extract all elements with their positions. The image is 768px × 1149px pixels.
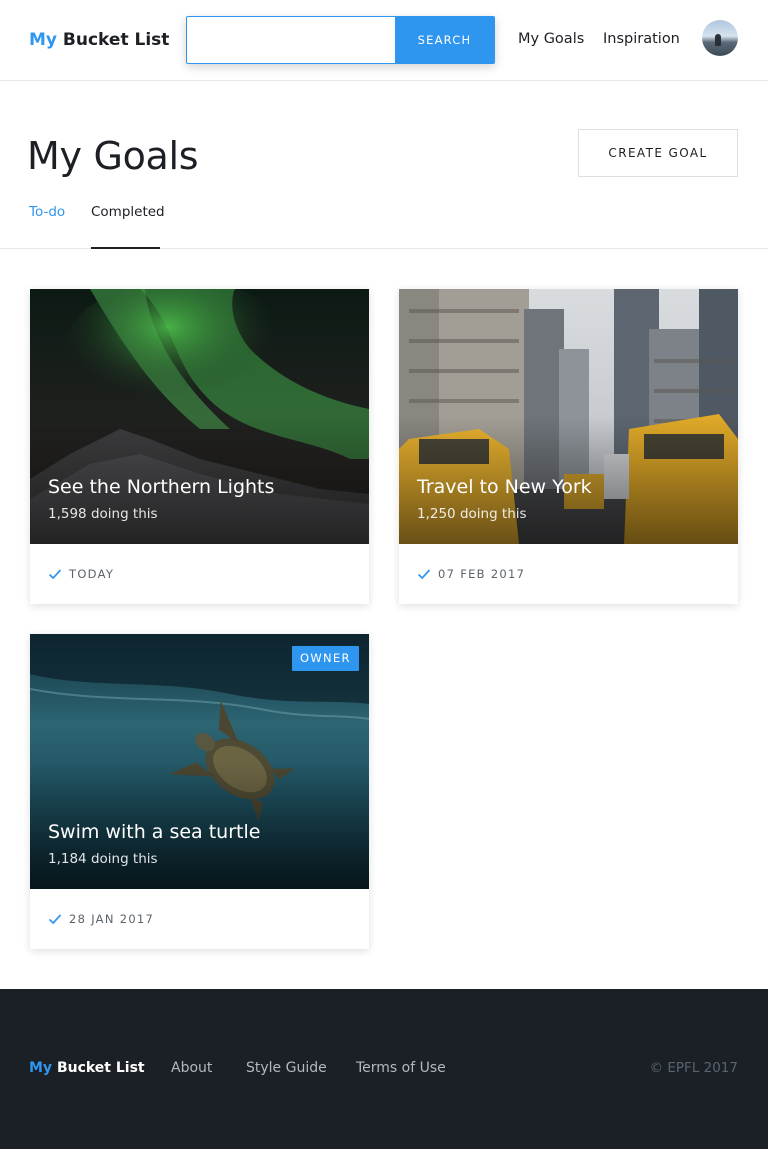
user-avatar-icon[interactable] bbox=[702, 20, 738, 56]
footer-logo-bucket-list: Bucket List bbox=[56, 1060, 145, 1076]
completion-date: TODAY bbox=[69, 567, 115, 581]
completion-date: 28 JAN 2017 bbox=[69, 912, 155, 926]
check-icon bbox=[417, 569, 431, 580]
logo-my: My bbox=[29, 30, 57, 50]
goal-footer: 28 JAN 2017 bbox=[30, 889, 369, 949]
copyright: © EPFL 2017 bbox=[649, 1060, 738, 1076]
footer-logo-my: My bbox=[29, 1060, 53, 1076]
check-icon bbox=[48, 569, 62, 580]
goal-title: Swim with a sea turtle bbox=[48, 821, 261, 843]
goal-title: Travel to New York bbox=[417, 476, 592, 498]
nav-my-goals[interactable]: My Goals bbox=[518, 31, 584, 47]
footer-link-style-guide[interactable]: Style Guide bbox=[246, 1060, 327, 1076]
goal-card[interactable]: Travel to New York 1,250 doing this 07 F… bbox=[399, 289, 738, 604]
create-goal-button[interactable]: CREATE GOAL bbox=[578, 129, 738, 177]
site-footer: My Bucket List About Style Guide Terms o… bbox=[0, 989, 768, 1149]
avatar-person-shape bbox=[715, 34, 721, 46]
site-header: My Bucket List SEARCH My Goals Inspirati… bbox=[0, 0, 768, 81]
goal-footer: 07 FEB 2017 bbox=[399, 544, 738, 604]
tab-todo[interactable]: To-do bbox=[29, 204, 65, 220]
goal-participants: 1,184 doing this bbox=[48, 851, 158, 867]
active-tab-indicator bbox=[91, 247, 160, 249]
tab-completed[interactable]: Completed bbox=[91, 204, 165, 220]
footer-link-terms[interactable]: Terms of Use bbox=[356, 1060, 446, 1076]
check-icon bbox=[48, 914, 62, 925]
logo-bucket-list: Bucket List bbox=[62, 30, 170, 50]
search-input[interactable] bbox=[187, 17, 396, 63]
goal-participants: 1,598 doing this bbox=[48, 506, 158, 522]
footer-link-about[interactable]: About bbox=[171, 1060, 212, 1076]
footer-logo[interactable]: My Bucket List bbox=[29, 1060, 145, 1076]
completion-date: 07 FEB 2017 bbox=[438, 567, 526, 581]
nav-inspiration[interactable]: Inspiration bbox=[603, 31, 680, 47]
search-button[interactable]: SEARCH bbox=[395, 17, 494, 63]
goal-card[interactable]: OWNER Swim with a sea turtle 1,184 doing… bbox=[30, 634, 369, 949]
goal-title: See the Northern Lights bbox=[48, 476, 275, 498]
page-title: My Goals bbox=[27, 134, 199, 178]
brand-logo[interactable]: My Bucket List bbox=[29, 30, 169, 50]
goal-footer: TODAY bbox=[30, 544, 369, 604]
goal-card[interactable]: See the Northern Lights 1,598 doing this… bbox=[30, 289, 369, 604]
goal-participants: 1,250 doing this bbox=[417, 506, 527, 522]
owner-badge: OWNER bbox=[292, 646, 359, 671]
search-bar: SEARCH bbox=[186, 16, 495, 64]
